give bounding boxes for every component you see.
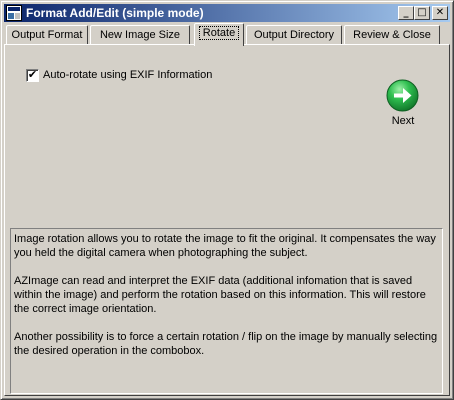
next-label: Next <box>391 115 415 127</box>
maximize-button[interactable]: □ <box>414 6 430 20</box>
tab-strip: Output Format New Image Size Rotate Outp… <box>4 23 450 46</box>
green-arrow-right-icon <box>386 79 419 112</box>
rotate-panel: ✔ Auto-rotate using EXIF Information Nex… <box>4 44 450 396</box>
minimize-button[interactable]: _ <box>398 6 414 20</box>
window-title: Format Add/Edit (simple mode) <box>26 6 204 20</box>
close-button[interactable]: ✕ <box>432 6 448 20</box>
auto-rotate-label[interactable]: Auto-rotate using EXIF Information <box>43 69 212 82</box>
close-icon: ✕ <box>435 7 445 18</box>
tab-new-image-size[interactable]: New Image Size <box>90 25 190 45</box>
tab-review-close[interactable]: Review & Close <box>344 25 440 45</box>
checkmark-icon: ✔ <box>27 68 38 81</box>
app-icon[interactable] <box>6 5 22 21</box>
format-edit-window: Format Add/Edit (simple mode) _ □ ✕ Outp… <box>0 0 454 400</box>
maximize-icon: □ <box>417 7 427 18</box>
auto-rotate-checkbox[interactable]: ✔ <box>26 69 39 82</box>
info-paragraph: Another possibility is to force a certai… <box>14 331 438 357</box>
info-paragraph: AZImage can read and interpret the EXIF … <box>14 275 426 315</box>
tab-rotate[interactable]: Rotate <box>194 23 244 46</box>
info-text-box: Image rotation allows you to rotate the … <box>10 228 443 394</box>
title-bar[interactable]: Format Add/Edit (simple mode) _ □ ✕ <box>4 4 450 22</box>
next-button[interactable]: Next <box>383 79 423 131</box>
info-paragraph: Image rotation allows you to rotate the … <box>14 233 436 259</box>
tab-output-format[interactable]: Output Format <box>6 25 88 45</box>
minimize-icon: _ <box>403 7 409 18</box>
tab-output-directory[interactable]: Output Directory <box>246 25 342 45</box>
